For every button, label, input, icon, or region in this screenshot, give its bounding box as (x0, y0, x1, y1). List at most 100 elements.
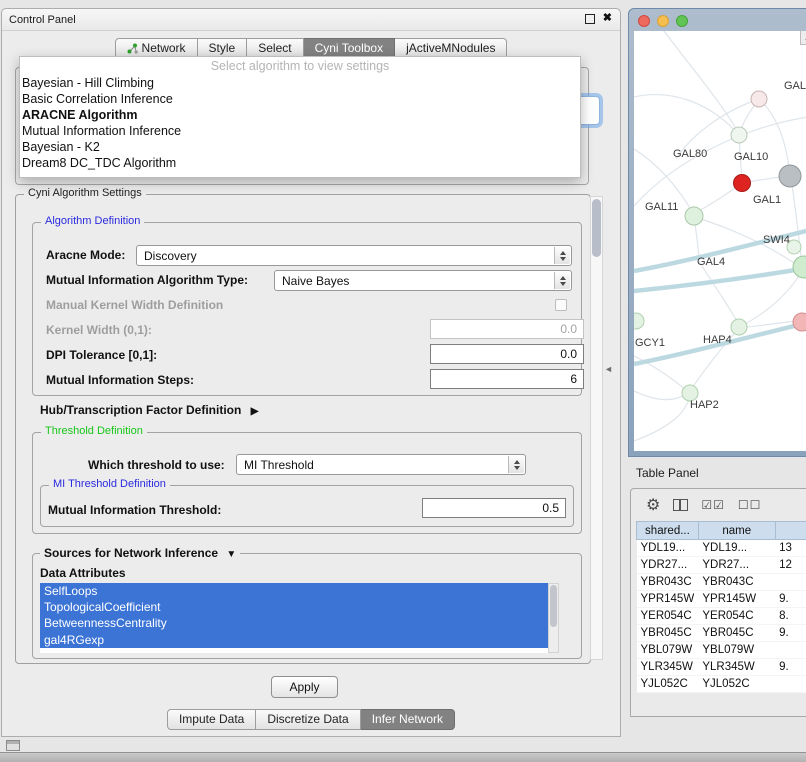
table-row[interactable]: YBR043CYBR043C (637, 574, 806, 591)
tab-discretize-data[interactable]: Discretize Data (256, 709, 360, 730)
cell-name[interactable]: YJL052C (698, 676, 775, 693)
manual-kernel-checkbox[interactable] (555, 299, 567, 311)
column-header-extra[interactable] (775, 522, 806, 540)
cell-extra[interactable]: 9. (775, 591, 806, 608)
table-row[interactable]: YDL19...YDL19...13 (637, 540, 806, 557)
attribute-item[interactable]: TopologicalCoefficient (40, 599, 548, 615)
algorithm-option[interactable]: Dream8 DC_TDC Algorithm (20, 155, 580, 171)
scroll-up-button[interactable] (800, 31, 806, 45)
network-node-pink[interactable] (793, 313, 806, 331)
mi-threshold-label: Mutual Information Threshold: (48, 503, 221, 517)
algorithm-option[interactable]: Mutual Information Inference (20, 123, 580, 139)
sources-toggle[interactable]: Sources for Network Inference ▼ (40, 546, 240, 560)
cell-shared[interactable]: YLR345W (637, 659, 699, 676)
close-traffic-light[interactable] (638, 15, 650, 27)
algorithm-option-selected[interactable]: ARACNE Algorithm (20, 107, 580, 123)
cell-extra[interactable]: 8. (775, 608, 806, 625)
dpi-tolerance-field[interactable]: 0.0 (430, 344, 584, 364)
aracne-mode-combo[interactable]: Discovery (136, 245, 572, 266)
cell-shared[interactable]: YBL079W (637, 642, 699, 659)
cell-name[interactable]: YBR045C (698, 625, 775, 642)
tab-infer-network[interactable]: Infer Network (361, 709, 455, 730)
cell-shared[interactable]: YJL052C (637, 676, 699, 693)
mi-threshold-value: 0.5 (542, 501, 559, 515)
network-node[interactable] (731, 127, 747, 143)
tab-impute-data[interactable]: Impute Data (167, 709, 256, 730)
cell-extra[interactable]: 9. (775, 625, 806, 642)
table-row[interactable]: YER054CYER054C8. (637, 608, 806, 625)
table-row[interactable]: YPR145WYPR145W9. (637, 591, 806, 608)
cell-shared[interactable]: YPR145W (637, 591, 699, 608)
scrollbar-thumb[interactable] (550, 585, 557, 627)
table-toolbar: ⚙ ☑☑ ☐☐ (631, 489, 806, 521)
table-header-row: shared... name (637, 522, 806, 540)
algorithm-option[interactable]: Bayesian - Hill Climbing (20, 75, 580, 91)
mi-threshold-field[interactable]: 0.5 (422, 498, 566, 518)
cell-name[interactable]: YDL19... (698, 540, 775, 557)
attributes-scrollbar[interactable] (548, 583, 559, 653)
network-node[interactable] (685, 207, 703, 225)
attribute-item[interactable]: BetweennessCentrality (40, 615, 548, 631)
network-node[interactable] (751, 91, 767, 107)
combo-stepper-icon (554, 272, 570, 289)
hub-definition-toggle[interactable]: Hub/Transcription Factor Definition ▶ (40, 403, 258, 417)
minimize-traffic-light[interactable] (657, 15, 669, 27)
table-row[interactable]: YBL079WYBL079W (637, 642, 806, 659)
tab-discretize-data-label: Discretize Data (267, 710, 348, 729)
columns-icon[interactable] (673, 499, 688, 511)
attribute-item[interactable]: SelfLoops (40, 583, 548, 599)
scrollbar-thumb[interactable] (592, 199, 601, 257)
apply-button[interactable]: Apply (271, 676, 338, 698)
cell-extra[interactable] (775, 676, 806, 693)
float-window-icon[interactable] (585, 14, 595, 24)
column-header-name[interactable]: name (698, 522, 775, 540)
node-table: shared... name YDL19...YDL19...13 YDR27.… (636, 521, 806, 693)
cell-extra[interactable]: 9. (775, 659, 806, 676)
mi-steps-field[interactable]: 6 (430, 369, 584, 389)
cell-name[interactable]: YLR345W (698, 659, 775, 676)
cell-extra[interactable]: 12 (775, 557, 806, 574)
cell-extra[interactable] (775, 642, 806, 659)
collapsed-panel-icon[interactable] (6, 740, 20, 751)
cell-shared[interactable]: YBR045C (637, 625, 699, 642)
cell-extra[interactable] (775, 574, 806, 591)
node-label: GAL10 (734, 151, 768, 163)
cell-extra[interactable]: 13 (775, 540, 806, 557)
column-header-shared-name[interactable]: shared... (637, 522, 699, 540)
which-threshold-combo[interactable]: MI Threshold (236, 454, 526, 475)
settings-scrollbar[interactable] (590, 196, 603, 660)
cell-shared[interactable]: YBR043C (637, 574, 699, 591)
table-row[interactable]: YJL052CYJL052C (637, 676, 806, 693)
table-row[interactable]: YBR045CYBR045C9. (637, 625, 806, 642)
cell-shared[interactable]: YER054C (637, 608, 699, 625)
select-all-checkboxes-icon[interactable]: ☑☑ (701, 498, 725, 512)
data-attributes-list: SelfLoops TopologicalCoefficient Between… (40, 583, 548, 653)
control-panel-titlebar: Control Panel (2, 9, 620, 31)
network-node[interactable] (634, 313, 644, 329)
close-icon[interactable]: ✖ (603, 13, 612, 24)
cell-name[interactable]: YBR043C (698, 574, 775, 591)
kernel-width-field[interactable]: 0.0 (430, 319, 584, 339)
network-node-gray[interactable] (779, 165, 801, 187)
network-canvas[interactable]: GAL GAL80 GAL10 GAL11 GAL1 SWI4 GAL4 GCY… (634, 31, 806, 451)
table-row[interactable]: YDR27...YDR27...12 (637, 557, 806, 574)
table-row[interactable]: YLR345WYLR345W9. (637, 659, 806, 676)
cell-name[interactable]: YER054C (698, 608, 775, 625)
splitter-collapse-icon[interactable]: ◄ (604, 364, 613, 374)
gear-icon[interactable]: ⚙ (646, 495, 660, 515)
cell-name[interactable]: YDR27... (698, 557, 775, 574)
network-node-red[interactable] (734, 175, 751, 192)
kernel-width-label: Kernel Width (0,1): (46, 323, 152, 337)
cell-shared[interactable]: YDL19... (637, 540, 699, 557)
cell-name[interactable]: YBL079W (698, 642, 775, 659)
mi-type-combo[interactable]: Naive Bayes (274, 270, 572, 291)
deselect-all-checkboxes-icon[interactable]: ☐☐ (738, 498, 762, 512)
attribute-item[interactable]: gal4RGexp (40, 632, 548, 648)
cell-shared[interactable]: YDR27... (637, 557, 699, 574)
network-node[interactable] (731, 319, 747, 335)
cell-name[interactable]: YPR145W (698, 591, 775, 608)
algorithm-option[interactable]: Basic Correlation Inference (20, 91, 580, 107)
zoom-traffic-light[interactable] (676, 15, 688, 27)
network-node[interactable] (793, 256, 806, 278)
algorithm-option[interactable]: Bayesian - K2 (20, 139, 580, 155)
